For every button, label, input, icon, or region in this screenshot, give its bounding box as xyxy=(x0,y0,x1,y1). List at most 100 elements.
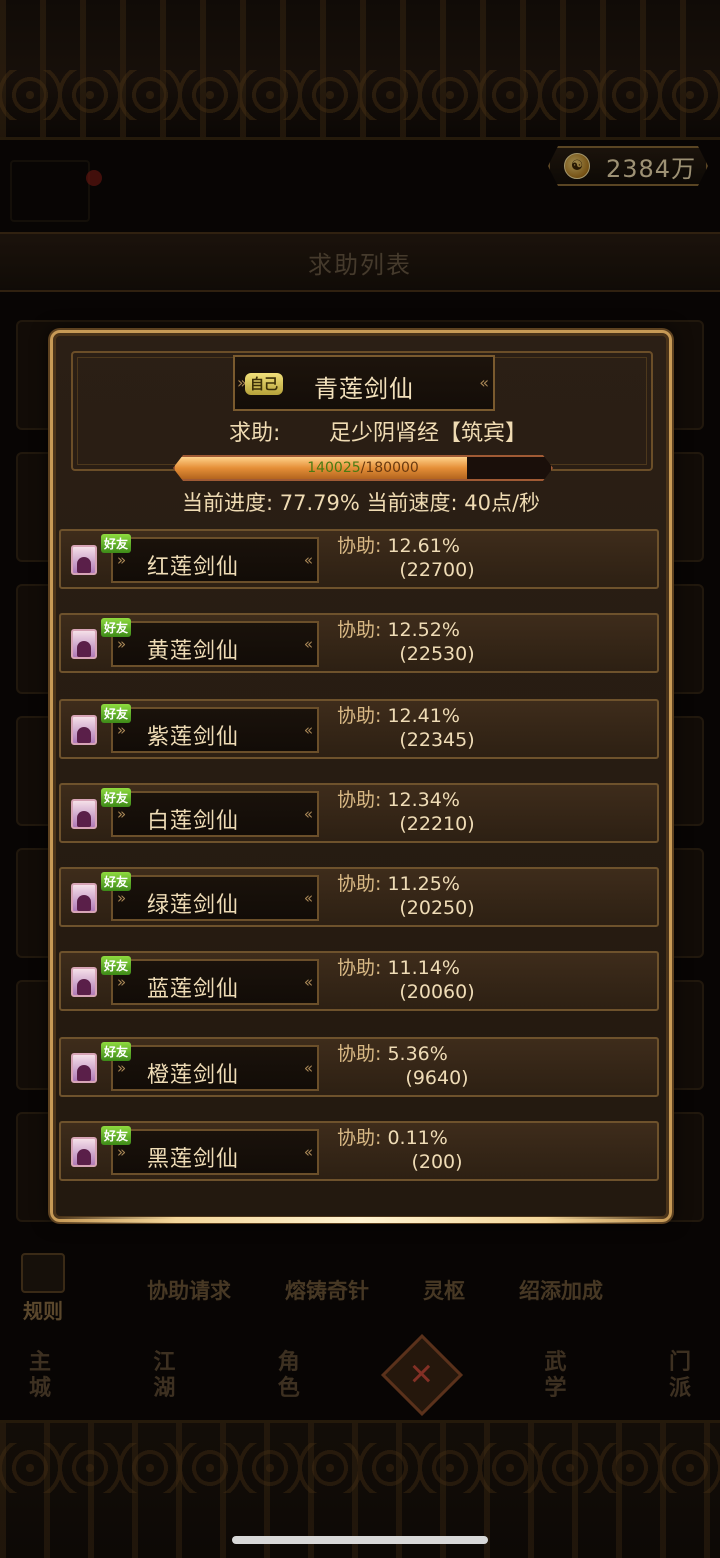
friend-badge: 好友 xyxy=(101,1042,132,1061)
requester-name: 青莲剑仙 xyxy=(314,375,414,403)
helper-name-box: » 红莲剑仙 « xyxy=(111,537,319,583)
helper-name-box: » 蓝莲剑仙 « xyxy=(111,959,319,1005)
progress-max: 180000 xyxy=(365,460,419,476)
assist-percent-line: 协助: 5.36% xyxy=(337,1041,448,1067)
helper-name: 白莲剑仙 xyxy=(147,809,240,834)
chevron-left-icon: « xyxy=(303,1143,313,1161)
friend-badge: 好友 xyxy=(101,872,132,891)
helper-name-box: » 黄莲剑仙 « xyxy=(111,621,319,667)
helper-name: 绿莲剑仙 xyxy=(147,893,240,918)
chevron-right-icon: » xyxy=(117,805,127,823)
friend-badge: 好友 xyxy=(101,1126,132,1145)
friend-badge: 好友 xyxy=(101,618,132,637)
chevron-right-icon: » xyxy=(117,1143,127,1161)
progress-bar: 140025/180000 xyxy=(173,455,553,481)
chevron-right-icon: » xyxy=(117,889,127,907)
helper-row: » 橙莲剑仙 « 好友 协助: 5.36% (9640) xyxy=(59,1037,659,1097)
helper-name-box: » 白莲剑仙 « xyxy=(111,791,319,837)
friend-badge: 好友 xyxy=(101,704,132,723)
chevron-left-icon: « xyxy=(303,805,313,823)
help-label: 求助: xyxy=(229,421,281,446)
chevron-left-icon: « xyxy=(303,1059,313,1077)
assist-amount: (22345) xyxy=(399,729,475,751)
progress-current: 140025 xyxy=(307,460,361,476)
assist-amount: (200) xyxy=(411,1151,463,1173)
helper-name: 黑莲剑仙 xyxy=(147,1147,240,1172)
helper-name: 橙莲剑仙 xyxy=(147,1063,240,1088)
friend-badge: 好友 xyxy=(101,534,132,553)
assist-percent-line: 协助: 0.11% xyxy=(337,1125,448,1151)
assist-percent: 12.61% xyxy=(387,535,460,557)
assist-detail-dialog: » 自己 青莲剑仙 « 求助: 足少阴肾经【筑宾】 140025/180000 … xyxy=(50,330,672,1223)
helper-name: 紫莲剑仙 xyxy=(147,725,240,750)
assist-percent-line: 协助: 12.41% xyxy=(337,703,460,729)
avatar[interactable] xyxy=(71,1137,97,1167)
assist-label: 协助: xyxy=(337,535,382,557)
assist-label: 协助: xyxy=(337,705,382,727)
avatar[interactable] xyxy=(71,715,97,745)
helper-name-box: » 紫莲剑仙 « xyxy=(111,707,319,753)
assist-percent: 12.52% xyxy=(387,619,460,641)
helper-row: » 绿莲剑仙 « 好友 协助: 11.25% (20250) xyxy=(59,867,659,927)
progress-text: 140025/180000 xyxy=(307,460,419,476)
helper-name: 红莲剑仙 xyxy=(147,555,240,580)
assist-percent-line: 协助: 12.52% xyxy=(337,617,460,643)
requester-name-plate: » 自己 青莲剑仙 « xyxy=(233,355,495,411)
helper-name-box: » 绿莲剑仙 « xyxy=(111,875,319,921)
avatar[interactable] xyxy=(71,799,97,829)
helper-row: » 红莲剑仙 « 好友 协助: 12.61% (22700) xyxy=(59,529,659,589)
chevron-right-icon: » xyxy=(117,635,127,653)
helper-row: » 紫莲剑仙 « 好友 协助: 12.41% (22345) xyxy=(59,699,659,759)
assist-label: 协助: xyxy=(337,1127,382,1149)
help-target: 足少阴肾经【筑宾】 xyxy=(329,421,528,446)
chevron-left-icon: « xyxy=(303,551,313,569)
assist-percent-line: 协助: 12.34% xyxy=(337,787,460,813)
chevron-right-icon: » xyxy=(117,551,127,569)
friend-badge: 好友 xyxy=(101,956,132,975)
friend-badge: 好友 xyxy=(101,788,132,807)
assist-amount: (22700) xyxy=(399,559,475,581)
chevron-left-icon: « xyxy=(303,889,313,907)
assist-percent: 5.36% xyxy=(387,1043,448,1065)
avatar[interactable] xyxy=(71,883,97,913)
avatar[interactable] xyxy=(71,629,97,659)
helper-name-box: » 黑莲剑仙 « xyxy=(111,1129,319,1175)
helper-row: » 黑莲剑仙 « 好友 协助: 0.11% (200) xyxy=(59,1121,659,1181)
home-indicator xyxy=(232,1536,488,1544)
avatar[interactable] xyxy=(71,545,97,575)
chevron-right-icon: » xyxy=(117,721,127,739)
helper-name: 蓝莲剑仙 xyxy=(147,977,240,1002)
assist-label: 协助: xyxy=(337,1043,382,1065)
assist-percent: 11.25% xyxy=(387,873,460,895)
progress-info: 当前进度: 77.79% 当前速度: 40点/秒 xyxy=(181,491,541,515)
helper-row: » 蓝莲剑仙 « 好友 协助: 11.14% (20060) xyxy=(59,951,659,1011)
chevron-left-icon: « xyxy=(479,373,489,392)
avatar[interactable] xyxy=(71,967,97,997)
helper-name: 黄莲剑仙 xyxy=(147,639,240,664)
helper-name-box: » 橙莲剑仙 « xyxy=(111,1045,319,1091)
assist-amount: (9640) xyxy=(405,1067,469,1089)
assist-percent-line: 协助: 11.25% xyxy=(337,871,460,897)
assist-percent-line: 协助: 11.14% xyxy=(337,955,460,981)
assist-label: 协助: xyxy=(337,957,382,979)
chevron-right-icon: » xyxy=(117,973,127,991)
helper-list: » 红莲剑仙 «好友 协助: 12.61% (22700)» 黄莲剑仙 «好友 协助: 12.… xyxy=(59,523,663,1203)
assist-amount: (22530) xyxy=(399,643,475,665)
chevron-left-icon: « xyxy=(303,721,313,739)
chevron-left-icon: « xyxy=(303,635,313,653)
chevron-right-icon: » xyxy=(117,1059,127,1077)
assist-percent: 12.34% xyxy=(387,789,460,811)
assist-amount: (22210) xyxy=(399,813,475,835)
avatar[interactable] xyxy=(71,1053,97,1083)
assist-percent: 12.41% xyxy=(387,705,460,727)
assist-percent-line: 协助: 12.61% xyxy=(337,533,460,559)
chevron-left-icon: « xyxy=(303,973,313,991)
assist-percent: 11.14% xyxy=(387,957,460,979)
assist-percent: 0.11% xyxy=(387,1127,448,1149)
helper-row: » 黄莲剑仙 « 好友 协助: 12.52% (22530) xyxy=(59,613,659,673)
assist-amount: (20060) xyxy=(399,981,475,1003)
assist-label: 协助: xyxy=(337,873,382,895)
assist-amount: (20250) xyxy=(399,897,475,919)
assist-label: 协助: xyxy=(337,789,382,811)
helper-row: » 白莲剑仙 « 好友 协助: 12.34% (22210) xyxy=(59,783,659,843)
